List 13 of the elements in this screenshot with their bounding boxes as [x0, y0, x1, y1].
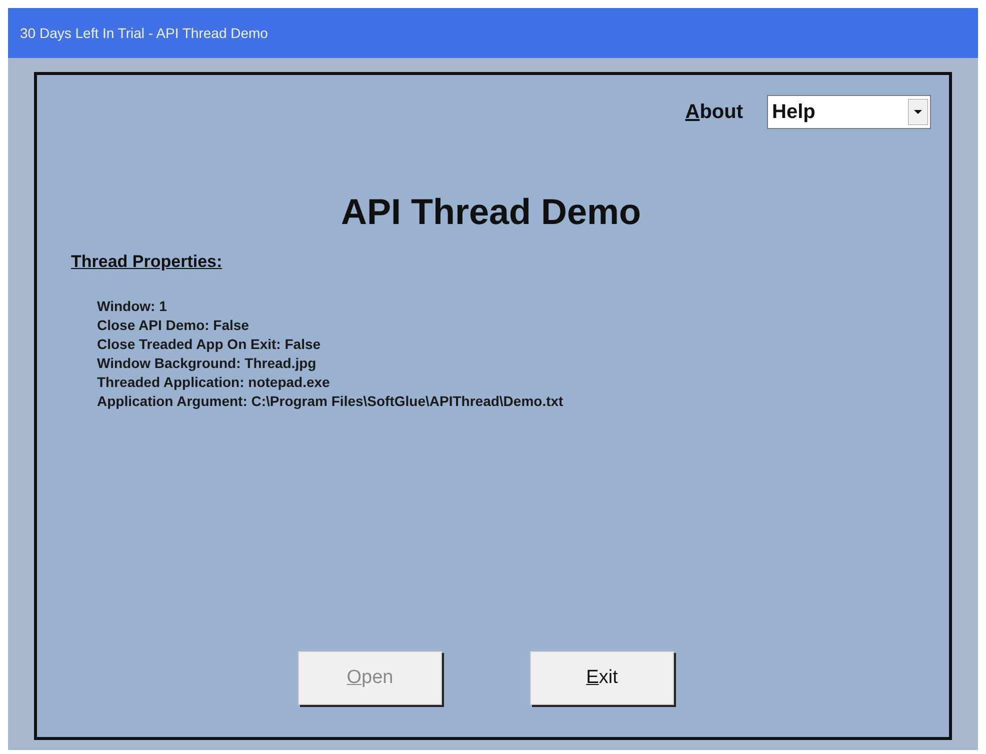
property-line: Close API Demo: False [97, 316, 250, 334]
window-title: 30 Days Left In Trial - API Thread Demo [20, 24, 268, 43]
app-heading: API Thread Demo [340, 190, 642, 234]
section-title: Thread Properties: [71, 251, 222, 273]
property-line: Threaded Application: notepad.exe [97, 372, 331, 392]
dropdown-arrow-icon [908, 99, 928, 125]
dialog-button[interactable]: Exit [530, 651, 674, 705]
property-line: Application Argument: C:\Program Files\SoftGlue\APIThread\Demo.txt [97, 392, 564, 410]
about-link[interactable]: About [685, 97, 743, 127]
help-dropdown[interactable]: Help [767, 95, 931, 129]
property-line: Close Treaded App On Exit: False [97, 334, 322, 354]
property-line: Window Background: Thread.jpg [97, 354, 318, 372]
property-line: Window: 1 [97, 296, 168, 316]
